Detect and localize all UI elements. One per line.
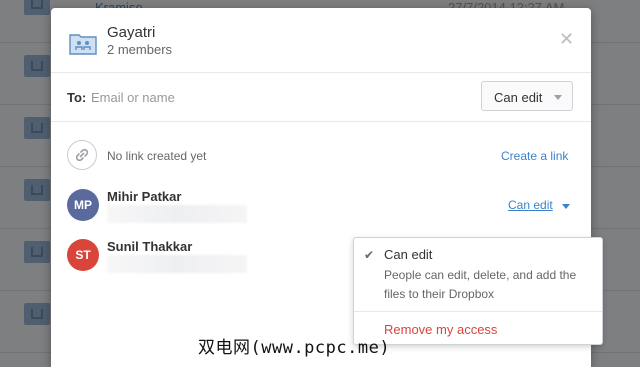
dropdown-option-description: People can edit, delete, and add the fil… bbox=[384, 268, 577, 301]
divider bbox=[354, 311, 602, 312]
chevron-down-icon[interactable] bbox=[562, 204, 570, 209]
divider bbox=[51, 121, 591, 122]
dialog-title: Gayatri bbox=[107, 24, 156, 41]
invite-permission-select[interactable]: Can edit bbox=[481, 81, 573, 111]
member-email-redacted bbox=[107, 205, 247, 223]
permission-select-label: Can edit bbox=[494, 90, 543, 105]
remove-access-button[interactable]: Remove my access bbox=[384, 322, 497, 337]
divider bbox=[51, 72, 591, 73]
member-permission-link[interactable]: Can edit bbox=[508, 198, 553, 212]
watermark: 双电网(www.pcpc.me) bbox=[198, 338, 391, 358]
dropdown-option-can-edit[interactable]: Can edit bbox=[384, 247, 432, 262]
create-link-button[interactable]: Create a link bbox=[501, 149, 568, 163]
shared-folder-icon bbox=[69, 31, 97, 55]
link-icon bbox=[67, 140, 97, 170]
member-count: 2 members bbox=[107, 42, 173, 57]
invite-input[interactable] bbox=[91, 84, 471, 110]
link-status: No link created yet bbox=[107, 149, 207, 163]
chevron-down-icon bbox=[554, 95, 562, 100]
checkmark-icon: ✔ bbox=[364, 248, 375, 262]
to-label: To: bbox=[67, 90, 87, 105]
avatar: MP bbox=[67, 189, 99, 221]
member-name: Mihir Patkar bbox=[107, 189, 182, 204]
permission-dropdown: ✔ Can edit People can edit, delete, and … bbox=[353, 237, 603, 345]
close-icon[interactable]: ✕ bbox=[559, 30, 574, 48]
member-email-redacted bbox=[107, 255, 247, 273]
avatar: ST bbox=[67, 239, 99, 271]
member-name: Sunil Thakkar bbox=[107, 239, 193, 254]
